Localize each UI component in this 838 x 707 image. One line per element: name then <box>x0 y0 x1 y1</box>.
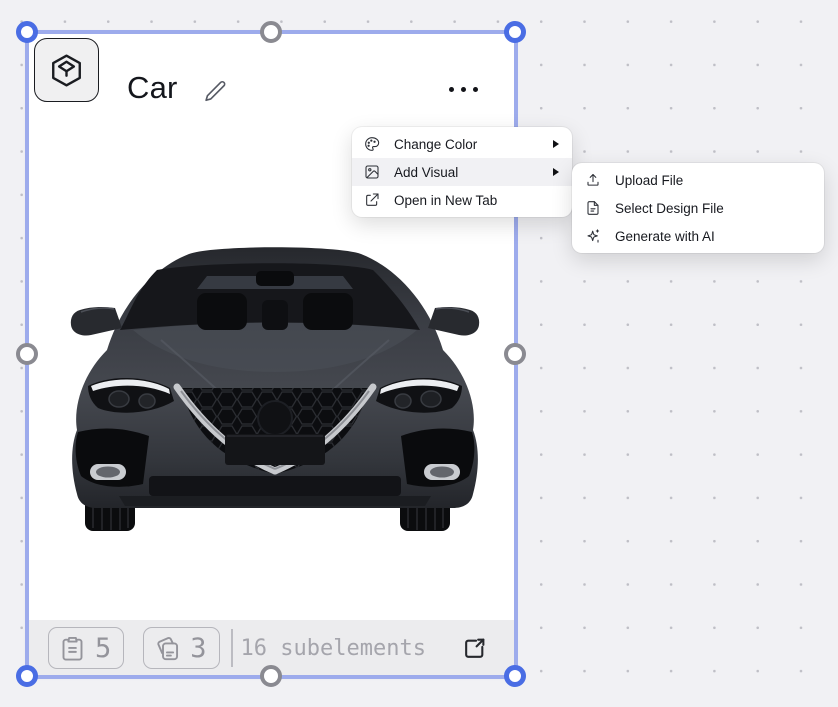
subelements-label: 16 subelements <box>241 636 426 661</box>
menu-item-add-visual[interactable]: Add Visual <box>352 158 572 186</box>
card-menu-button[interactable] <box>439 76 487 102</box>
submenu-item-label: Generate with AI <box>615 229 715 244</box>
submenu-item-label: Select Design File <box>615 201 724 216</box>
pencil-icon <box>202 78 228 104</box>
edit-title-button[interactable] <box>201 77 229 105</box>
file-text-icon <box>585 200 601 216</box>
upload-icon <box>585 172 601 188</box>
palette-icon <box>364 136 380 152</box>
selection-handle-bottom-left[interactable] <box>16 665 38 687</box>
selection-handle-top-center[interactable] <box>260 21 282 43</box>
sparkles-icon <box>585 228 601 244</box>
submenu-item-generate-with-ai[interactable]: Generate with AI <box>572 222 824 250</box>
car-image <box>57 238 493 544</box>
clipboard-count-badge[interactable]: 5 <box>48 627 124 669</box>
submenu-item-upload-file[interactable]: Upload File <box>572 166 824 194</box>
open-card-button[interactable] <box>462 636 487 661</box>
image-icon <box>364 164 380 180</box>
external-link-icon <box>364 192 380 208</box>
selection-handle-middle-left[interactable] <box>16 343 38 365</box>
copies-count: 3 <box>190 633 206 664</box>
context-menu: Change Color Add Visual <box>352 127 572 217</box>
selection-handle-bottom-center[interactable] <box>260 665 282 687</box>
menu-item-label: Open in New Tab <box>394 193 497 208</box>
selection-handle-middle-right[interactable] <box>504 343 526 365</box>
open-external-icon <box>462 636 487 661</box>
footer-divider <box>231 629 233 667</box>
add-visual-submenu: Upload File Select Design File Generat <box>572 163 824 253</box>
selection-handle-top-right[interactable] <box>504 21 526 43</box>
ellipsis-icon <box>449 87 454 92</box>
menu-item-label: Change Color <box>394 137 477 152</box>
selection-handle-bottom-right[interactable] <box>504 665 526 687</box>
canvas[interactable]: Car <box>0 0 838 707</box>
selection-handle-top-left[interactable] <box>16 21 38 43</box>
submenu-arrow-icon <box>553 140 559 148</box>
copies-count-badge[interactable]: 3 <box>143 627 219 669</box>
copy-pages-icon <box>154 635 181 662</box>
menu-item-label: Add Visual <box>394 165 458 180</box>
submenu-item-label: Upload File <box>615 173 683 188</box>
menu-item-change-color[interactable]: Change Color <box>352 130 572 158</box>
card-type-badge <box>34 38 99 102</box>
submenu-item-select-design-file[interactable]: Select Design File <box>572 194 824 222</box>
submenu-arrow-icon <box>553 168 559 176</box>
box-3d-icon <box>48 52 85 89</box>
clipboard-icon <box>59 635 86 662</box>
menu-item-open-new-tab[interactable]: Open in New Tab <box>352 186 572 214</box>
clipboard-count: 5 <box>95 633 111 664</box>
card-title: Car <box>127 72 178 104</box>
